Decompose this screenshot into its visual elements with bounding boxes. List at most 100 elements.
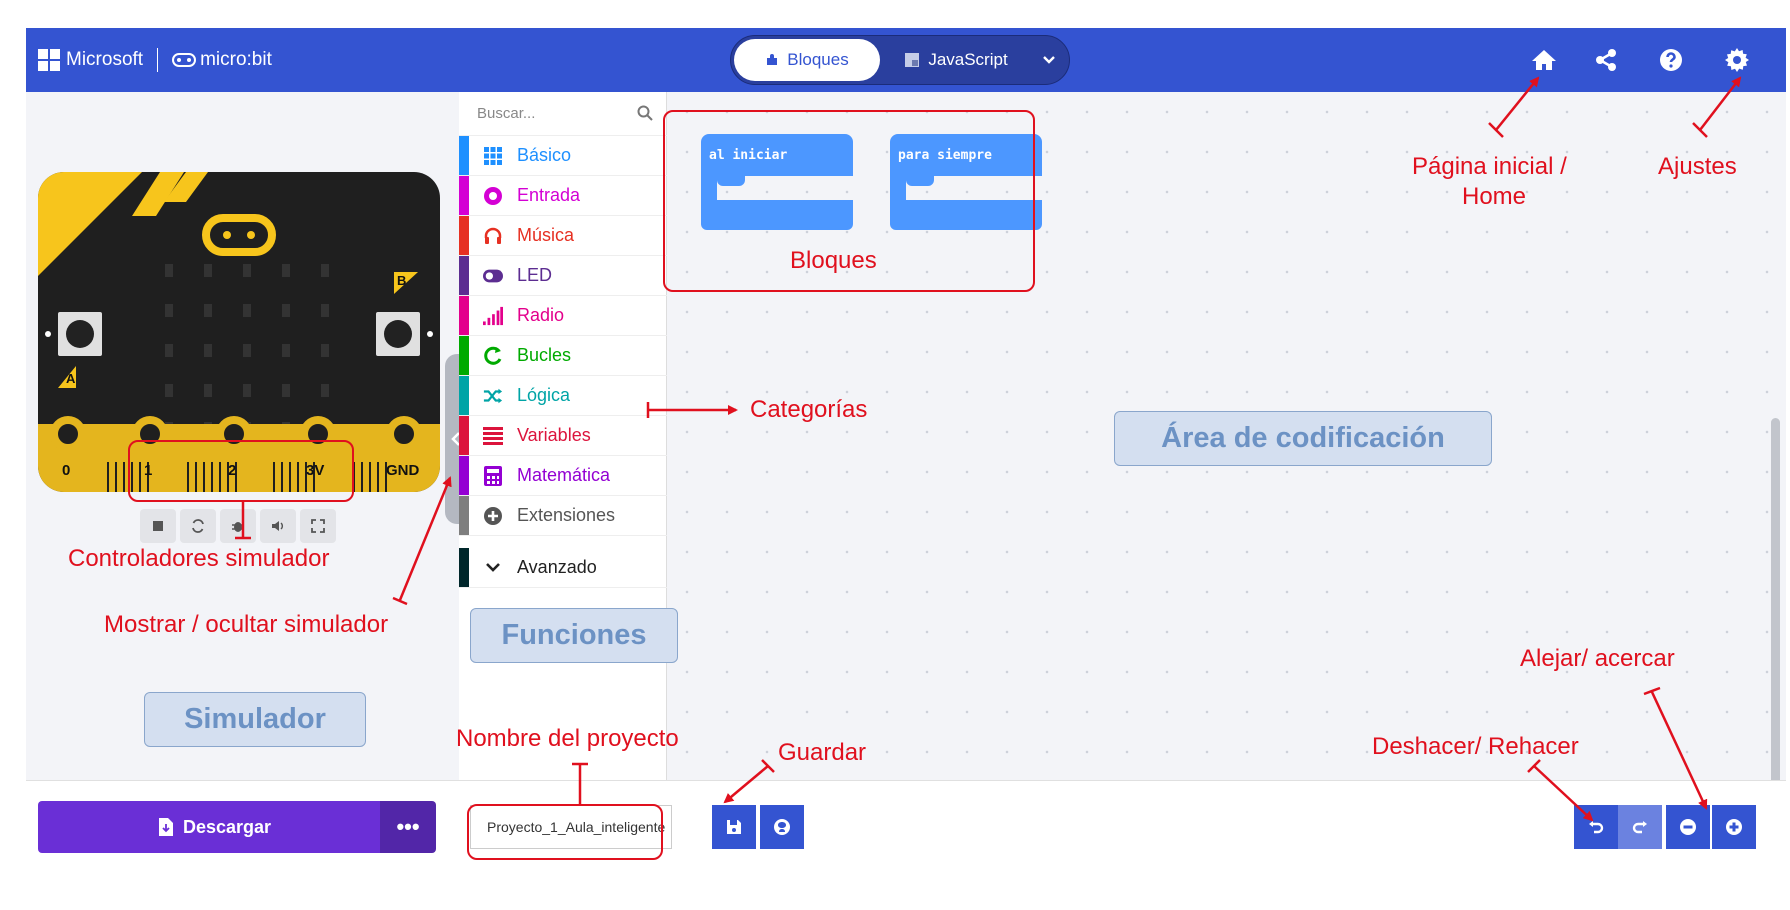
plus-circle-icon <box>483 506 503 526</box>
label-simulator: Simulador <box>144 692 366 747</box>
category-color-bar <box>459 216 469 255</box>
category-radio[interactable]: Radio <box>459 296 667 336</box>
headphones-icon <box>483 226 503 246</box>
help-button[interactable] <box>1651 42 1691 78</box>
restart-button[interactable] <box>180 509 216 543</box>
gear-icon <box>1725 48 1749 72</box>
signal-bars-icon <box>483 306 503 326</box>
annotation-frame-sim-controls <box>128 440 354 502</box>
grid-icon <box>483 146 503 166</box>
redo-button[interactable] <box>1618 805 1662 849</box>
category-logica[interactable]: Lógica <box>459 376 667 416</box>
category-color-bar <box>459 496 469 535</box>
toolbox: Buscar... Básico Entrada Música LED Radi… <box>459 92 667 780</box>
annotation-undo-redo: Deshacer/ Rehacer <box>1372 733 1579 760</box>
annotation-settings: Ajustes <box>1658 153 1737 180</box>
github-button[interactable] <box>760 805 804 849</box>
category-color-bar <box>459 456 469 495</box>
category-label: Extensiones <box>517 505 616 525</box>
category-label: LED <box>517 265 553 285</box>
undo-button[interactable] <box>1574 805 1618 849</box>
category-label: Bucles <box>517 345 572 365</box>
microsoft-logo-icon <box>38 49 60 71</box>
settings-button[interactable] <box>1717 42 1757 78</box>
tab-javascript-label: JavaScript <box>928 50 1008 69</box>
github-icon <box>774 819 790 835</box>
category-led[interactable]: LED <box>459 256 667 296</box>
category-extensiones[interactable]: Extensiones <box>459 496 667 536</box>
fullscreen-icon <box>311 519 325 533</box>
bottom-bar: Descargar ••• <box>26 780 1786 868</box>
annotation-zoom: Alejar/ acercar <box>1520 645 1675 672</box>
annotation-project-name: Nombre del proyecto <box>456 725 679 752</box>
workspace-vertical-scrollbar[interactable] <box>1771 418 1780 788</box>
home-icon <box>1532 50 1556 70</box>
toggle-icon <box>483 266 503 286</box>
home-button[interactable] <box>1524 42 1564 78</box>
stop-button[interactable] <box>140 509 176 543</box>
js-file-icon <box>905 53 920 67</box>
category-label: Entrada <box>517 185 581 205</box>
refresh-icon <box>192 519 204 533</box>
category-matematica[interactable]: Matemática <box>459 456 667 496</box>
category-variables[interactable]: Variables <box>459 416 667 456</box>
circle-dot-icon <box>483 186 503 206</box>
category-label: Lógica <box>517 385 571 405</box>
shuffle-icon <box>483 386 503 406</box>
category-musica[interactable]: Música <box>459 216 667 256</box>
category-color-bar <box>459 256 469 295</box>
toolbox-search[interactable]: Buscar... <box>459 92 667 136</box>
zoom-out-button[interactable] <box>1666 805 1710 849</box>
fullscreen-button[interactable] <box>300 509 336 543</box>
download-button[interactable]: Descargar <box>38 801 392 853</box>
pin-label-0: 0 <box>62 462 71 479</box>
category-label: Básico <box>517 145 572 165</box>
redo-icon <box>1632 821 1647 834</box>
category-label: Avanzado <box>517 557 597 577</box>
category-color-bar <box>459 296 469 335</box>
speaker-icon <box>272 521 283 531</box>
annotation-home-2: Home <box>1462 183 1527 210</box>
editor-more-dropdown[interactable] <box>1031 39 1067 81</box>
button-a-label: A <box>66 371 76 386</box>
bug-icon <box>232 522 244 532</box>
category-color-bar <box>459 136 469 175</box>
category-label: Matemática <box>517 465 611 485</box>
zoom-in-button[interactable] <box>1712 805 1756 849</box>
save-button[interactable] <box>712 805 756 849</box>
simulator-panel: 0 1 2 3V GND A B <box>26 92 459 780</box>
editor-toggle: Bloques JavaScript <box>730 35 1070 85</box>
category-entrada[interactable]: Entrada <box>459 176 667 216</box>
label-functions: Funciones <box>470 608 678 663</box>
stop-icon <box>153 521 163 531</box>
category-color-bar <box>459 176 469 215</box>
category-color-bar <box>459 548 469 587</box>
tab-blocks[interactable]: Bloques <box>734 39 880 81</box>
share-button[interactable] <box>1586 42 1626 78</box>
label-coding-area: Área de codificación <box>1114 411 1492 466</box>
category-label: Variables <box>517 425 591 445</box>
chevron-down-icon <box>1043 56 1055 64</box>
category-basico[interactable]: Básico <box>459 136 667 176</box>
share-icon <box>1596 49 1616 71</box>
annotation-home: Página inicial / <box>1412 153 1567 180</box>
mute-button[interactable] <box>260 509 296 543</box>
download-label: Descargar <box>182 816 272 837</box>
more-dots-icon: ••• <box>396 814 420 839</box>
debug-button[interactable] <box>220 509 256 543</box>
download-file-icon <box>158 818 173 836</box>
tab-javascript[interactable]: JavaScript <box>883 39 1029 81</box>
category-avanzado[interactable]: Avanzado <box>459 548 667 588</box>
download-more-button[interactable]: ••• <box>380 801 436 853</box>
brand[interactable]: Microsoft micro:bit <box>38 46 272 74</box>
category-color-bar <box>459 416 469 455</box>
category-color-bar <box>459 336 469 375</box>
annotation-blocks: Bloques <box>790 247 877 274</box>
calculator-icon <box>483 465 503 486</box>
help-icon <box>1660 49 1682 71</box>
annotation-save: Guardar <box>778 739 867 766</box>
search-icon <box>637 105 653 121</box>
search-input[interactable]: Buscar... <box>477 105 535 122</box>
chevron-down-icon <box>483 558 503 578</box>
category-bucles[interactable]: Bucles <box>459 336 667 376</box>
